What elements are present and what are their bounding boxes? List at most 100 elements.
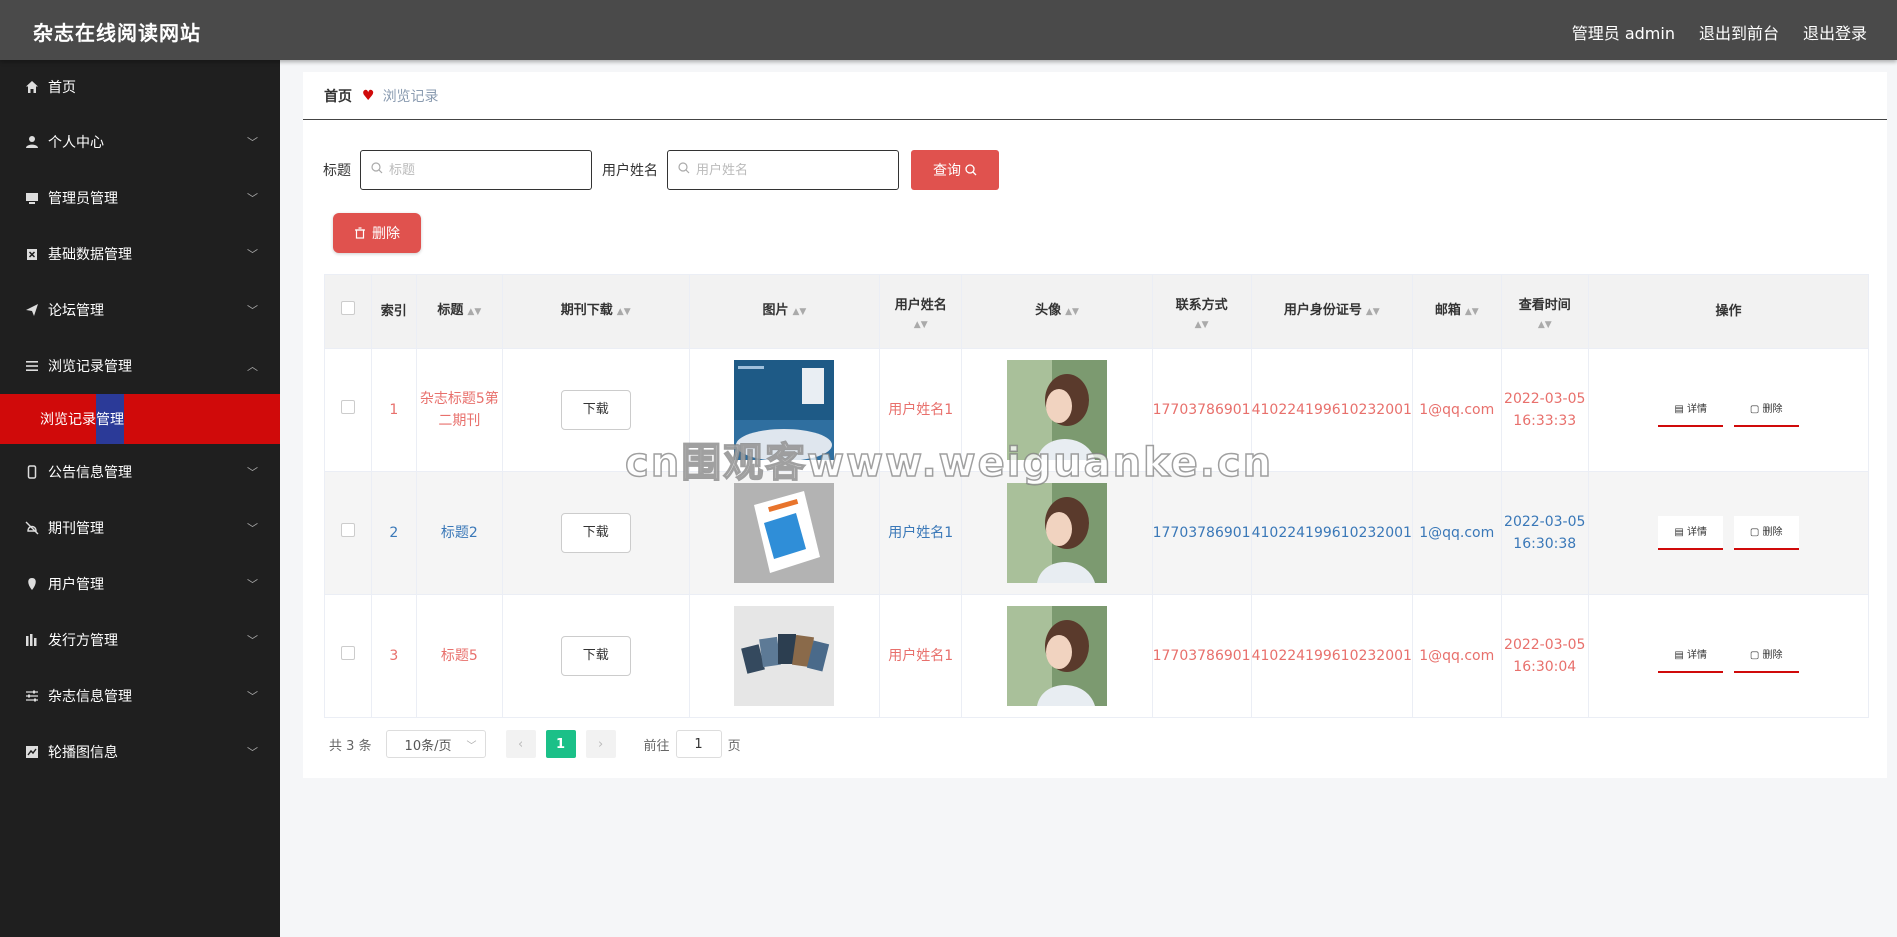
- sidebar-item-label: 轮播图信息: [48, 745, 118, 761]
- magazine-cover-image[interactable]: [734, 360, 835, 460]
- sort-icon[interactable]: ▲▼: [1153, 319, 1251, 331]
- cell-image: [688, 471, 880, 595]
- chevron-down-icon: ﹀: [247, 690, 258, 703]
- goto-page-input[interactable]: 1: [675, 730, 722, 758]
- cell-email: 1@qq.com: [1411, 348, 1502, 472]
- admin-label: 管理员 admin: [1571, 24, 1675, 43]
- sort-icon[interactable]: ▲▼: [1366, 307, 1380, 317]
- sidebar-item-publishers[interactable]: 发行方管理 ﹀: [0, 612, 280, 668]
- col-title[interactable]: 标题 ▲▼: [416, 274, 503, 349]
- cell-username: 用户姓名1: [878, 348, 963, 472]
- sidebar-item-label: 公告信息管理: [48, 465, 132, 481]
- col-username[interactable]: 用户姓名 ▲▼: [878, 274, 963, 349]
- download-button[interactable]: 下载: [560, 513, 631, 553]
- col-idcard[interactable]: 用户身份证号 ▲▼: [1250, 274, 1413, 349]
- cell-viewtime: 2022-03-05 16:33:33: [1500, 348, 1589, 472]
- sort-icon[interactable]: ▲▼: [617, 307, 631, 317]
- sidebar-item-label: 基础数据管理: [48, 247, 132, 263]
- cell-idcard: 410224199610232001: [1250, 348, 1413, 472]
- sidebar-item-home[interactable]: 首页: [0, 60, 280, 114]
- batch-delete-button[interactable]: 删除: [333, 213, 421, 253]
- sort-icon[interactable]: ▲▼: [880, 319, 962, 331]
- table-row: 2 标题2 下载 用户姓名1 17703786901 4102241996102…: [324, 471, 1870, 595]
- col-email[interactable]: 邮箱 ▲▼: [1411, 274, 1502, 349]
- sidebar-item-admin[interactable]: 管理员管理 ﹀: [0, 170, 280, 226]
- sidebar: 首页 个人中心 ﹀ 管理员管理 ﹀ 基础数据管理 ﹀ 论坛管理 ﹀ 浏览记录管理…: [0, 60, 280, 937]
- download-button[interactable]: 下载: [560, 636, 631, 676]
- sidebar-item-periodicals[interactable]: 期刊管理 ﹀: [0, 500, 280, 556]
- logout-link[interactable]: 退出登录: [1803, 20, 1867, 44]
- sort-icon[interactable]: ▲▼: [1502, 319, 1588, 331]
- username-search-input[interactable]: [696, 162, 886, 178]
- table-row: 1 杂志标题5第二期刊 下载 用户姓名1 17703786901 4102241…: [324, 348, 1870, 472]
- detail-button[interactable]: ▤ 详情: [1658, 639, 1724, 673]
- title-search-input[interactable]: [389, 162, 579, 178]
- cell-idcard: 410224199610232001: [1250, 594, 1413, 718]
- delete-button[interactable]: ▢ 删除: [1733, 393, 1799, 427]
- main-content: 首页 ♥ 浏览记录 标题 用户姓名 查询 删除: [303, 72, 1887, 778]
- col-download[interactable]: 期刊下载 ▲▼: [501, 274, 690, 349]
- avatar[interactable]: [1007, 483, 1108, 583]
- delete-button[interactable]: ▢ 删除: [1733, 639, 1799, 673]
- bell-off-icon: [24, 520, 40, 536]
- trash-icon: ▢: [1749, 527, 1763, 538]
- avatar[interactable]: [1007, 360, 1108, 460]
- col-ops: 操作: [1587, 274, 1870, 349]
- cell-index: 2: [370, 471, 418, 595]
- row-checkbox[interactable]: [340, 523, 355, 537]
- sidebar-item-forum[interactable]: 论坛管理 ﹀: [0, 282, 280, 338]
- doc-icon: ▤: [1674, 527, 1688, 538]
- list-icon: [24, 358, 40, 374]
- sidebar-subitem-browse-records[interactable]: 浏览记录管理: [0, 394, 280, 444]
- send-icon: [24, 302, 40, 318]
- trash-icon: ▢: [1749, 650, 1763, 661]
- detail-button[interactable]: ▤ 详情: [1658, 516, 1724, 550]
- sidebar-item-users[interactable]: 用户管理 ﹀: [0, 556, 280, 612]
- next-page-button[interactable]: ›: [585, 730, 616, 758]
- download-button[interactable]: 下载: [560, 390, 631, 430]
- cell-ops: ▤ 详情 ▢ 删除: [1587, 594, 1870, 718]
- sidebar-item-browse-records[interactable]: 浏览记录管理 ︿: [0, 338, 280, 394]
- query-button[interactable]: 查询: [911, 150, 999, 190]
- title-label: 标题: [323, 163, 351, 179]
- sidebar-item-label: 管理员管理: [48, 191, 118, 207]
- cell-viewtime: 2022-03-05 16:30:04: [1500, 594, 1589, 718]
- page-size-select[interactable]: 10条/页 ﹀: [385, 730, 486, 758]
- breadcrumb-home[interactable]: 首页: [324, 86, 352, 106]
- sidebar-item-carousel[interactable]: 轮播图信息 ﹀: [0, 724, 280, 780]
- to-front-link[interactable]: 退出到前台: [1699, 20, 1779, 44]
- current-page[interactable]: 1: [545, 730, 576, 758]
- magazine-cover-image[interactable]: [734, 606, 835, 706]
- delete-button[interactable]: ▢ 删除: [1733, 516, 1799, 550]
- username-label: 用户姓名: [602, 163, 658, 179]
- col-avatar[interactable]: 头像 ▲▼: [961, 274, 1153, 349]
- home-icon: [24, 79, 40, 95]
- sort-icon[interactable]: ▲▼: [1065, 307, 1079, 317]
- sidebar-item-announcements[interactable]: 公告信息管理 ﹀: [0, 444, 280, 500]
- detail-button[interactable]: ▤ 详情: [1658, 393, 1724, 427]
- total-count: 共 3 条: [329, 738, 372, 754]
- prev-page-button[interactable]: ‹: [505, 730, 536, 758]
- cell-username: 用户姓名1: [878, 471, 963, 595]
- avatar[interactable]: [1007, 606, 1108, 706]
- col-phone[interactable]: 联系方式 ▲▼: [1151, 274, 1252, 349]
- col-image[interactable]: 图片 ▲▼: [688, 274, 880, 349]
- cell-avatar: [961, 348, 1153, 472]
- sort-icon[interactable]: ▲▼: [467, 307, 481, 317]
- row-checkbox[interactable]: [340, 400, 355, 414]
- magazine-cover-image[interactable]: [734, 483, 835, 583]
- doc-icon: ▤: [1674, 404, 1688, 415]
- sidebar-item-basic-data[interactable]: 基础数据管理 ﹀: [0, 226, 280, 282]
- select-all-checkbox[interactable]: [340, 300, 355, 315]
- sort-icon[interactable]: ▲▼: [792, 307, 806, 317]
- sidebar-item-label: 浏览记录管理: [48, 359, 132, 375]
- sidebar-item-magazines[interactable]: 杂志信息管理 ﹀: [0, 668, 280, 724]
- sidebar-item-personal[interactable]: 个人中心 ﹀: [0, 114, 280, 170]
- sort-icon[interactable]: ▲▼: [1465, 307, 1479, 317]
- top-bar: 杂志在线阅读网站 管理员 admin 退出到前台 退出登录: [0, 0, 1897, 60]
- cell-email: 1@qq.com: [1411, 471, 1502, 595]
- col-viewtime[interactable]: 查看时间 ▲▼: [1500, 274, 1589, 349]
- row-checkbox[interactable]: [340, 646, 355, 660]
- table-row: 3 标题5 下载 用户姓名1 17703786901 4102241996102…: [324, 594, 1870, 718]
- cell-phone: 17703786901: [1151, 594, 1252, 718]
